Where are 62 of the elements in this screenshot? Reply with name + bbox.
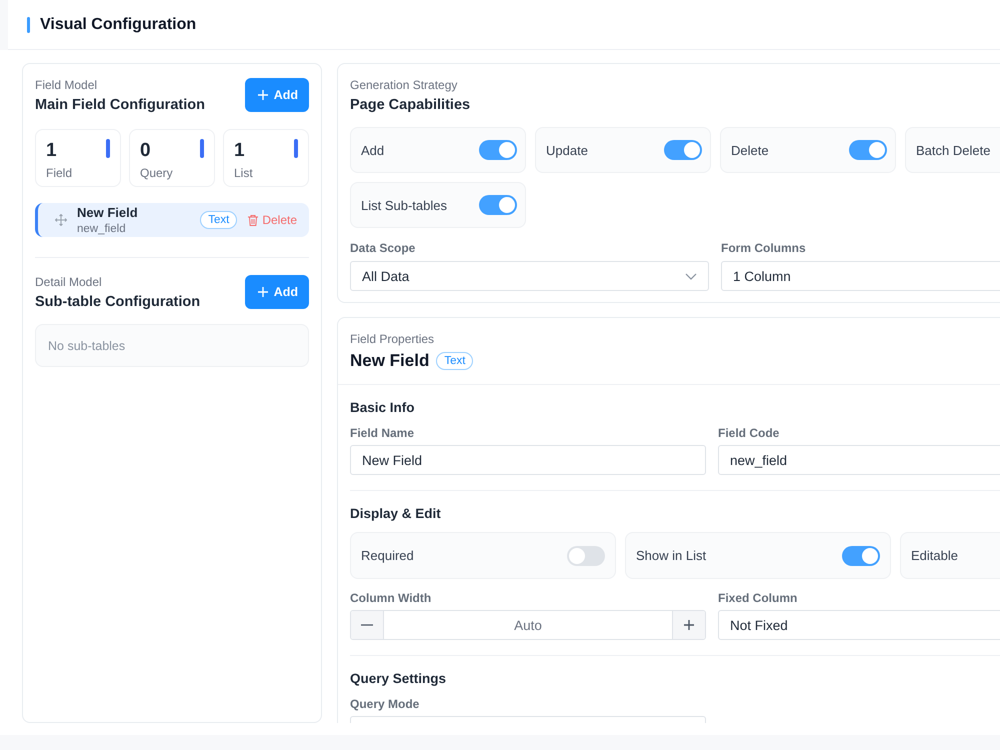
decrement-button[interactable] <box>351 611 383 639</box>
section-title: Main Field Configuration <box>35 97 205 113</box>
toggle-label: Show in List <box>636 548 706 563</box>
stat-label: Field <box>46 166 74 180</box>
toggle-switch[interactable] <box>479 140 517 160</box>
select-field[interactable]: 1 Column <box>721 261 1000 291</box>
toggle-label: Update <box>546 142 588 158</box>
move-icon <box>55 214 67 226</box>
field-code: new_field <box>77 223 127 235</box>
stat-label: List <box>234 166 254 180</box>
stat-value: 1 <box>234 140 245 162</box>
toggle-label: Required <box>361 548 414 563</box>
field-label: Form Columns <box>721 241 807 255</box>
plus-icon <box>683 619 695 631</box>
toggle-switch[interactable] <box>664 140 702 160</box>
field-label: Data Scope <box>350 241 416 255</box>
section-caption: Detail Model <box>35 275 103 289</box>
page-title: Visual Configuration <box>40 16 196 34</box>
indicator-bar-icon <box>106 139 110 158</box>
field-title: New Field <box>350 351 430 371</box>
section-caption: Field Model <box>35 78 98 92</box>
increment-button[interactable] <box>673 611 705 639</box>
input-field[interactable]: new_field <box>718 445 1000 475</box>
section-caption: Generation Strategy <box>350 78 458 92</box>
field-label: Query Mode <box>350 697 420 711</box>
field-label: Fixed Column <box>718 591 798 605</box>
field-label: Column Width <box>350 591 432 605</box>
section-title: Page Capabilities <box>350 97 472 113</box>
group-title: Display & Edit <box>350 506 442 521</box>
toggle-label: List Sub-tables <box>361 198 447 212</box>
toggle-switch[interactable] <box>842 546 880 566</box>
type-tag: Text <box>200 211 238 229</box>
indicator-bar-icon <box>294 139 298 158</box>
section-title: Sub-table Configuration <box>35 294 200 310</box>
plus-icon <box>256 89 269 101</box>
accent-bar-icon <box>27 16 30 32</box>
type-tag: Text <box>436 352 474 370</box>
plus-icon <box>256 286 269 298</box>
toggle-switch[interactable] <box>567 546 605 566</box>
group-title: Basic Info <box>350 400 416 415</box>
toggle-label: Editable <box>911 548 958 563</box>
select-field[interactable]: Not Fixed <box>718 610 1000 640</box>
toggle-label: Add <box>361 142 384 158</box>
toggle-label: Delete <box>731 142 769 158</box>
indicator-bar-icon <box>200 139 204 158</box>
field-label: Field Code <box>718 426 780 440</box>
trash-icon <box>247 214 260 226</box>
field-name: New Field <box>77 205 139 220</box>
field-list-item[interactable]: New Field new_field Text Delete <box>35 203 309 237</box>
toggle-label: Batch Delete <box>916 142 990 158</box>
stat-value: 1 <box>46 140 57 162</box>
number-stepper[interactable]: Auto <box>350 610 706 640</box>
section-caption: Field Properties <box>350 332 436 346</box>
stat-label: Query <box>140 166 174 180</box>
group-title: Query Settings <box>350 671 448 686</box>
toggle-switch[interactable] <box>849 140 887 160</box>
stat-value: 0 <box>140 140 151 162</box>
empty-message: No sub-tables <box>35 324 309 367</box>
input-field[interactable]: New Field <box>350 445 706 475</box>
field-label: Field Name <box>350 426 416 440</box>
toggle-switch[interactable] <box>479 195 517 215</box>
select-field[interactable]: All Data <box>350 261 709 291</box>
